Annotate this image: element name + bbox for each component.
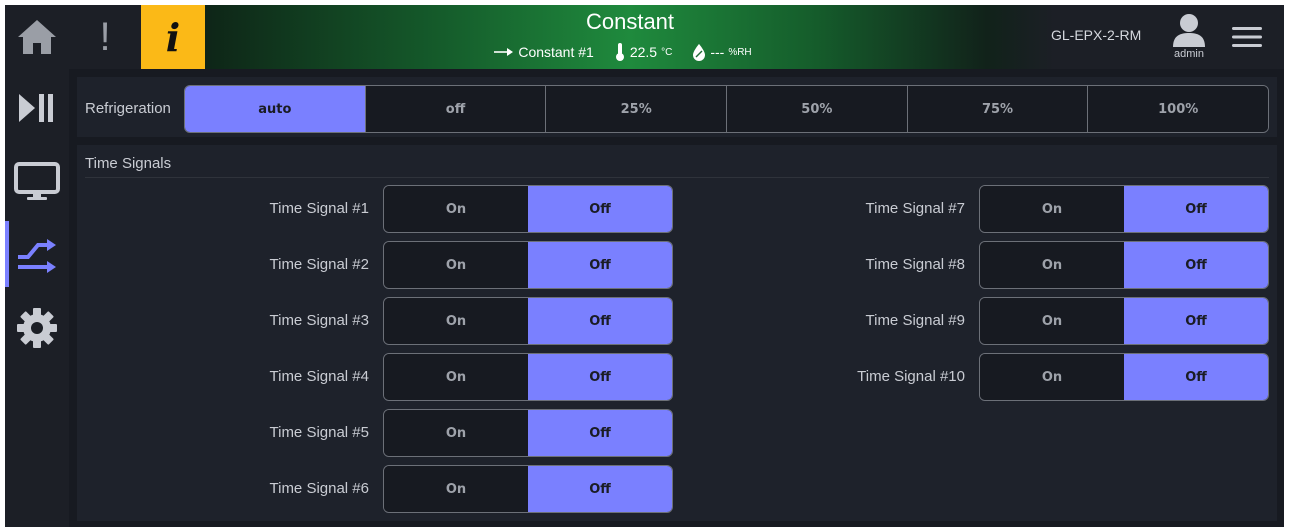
app-window: ! i Constant Constant #1 22.5 °C --- %RH…: [5, 5, 1284, 527]
divider: [85, 177, 1269, 178]
sidebar-item-monitor[interactable]: [5, 149, 69, 215]
sidebar: [5, 69, 69, 527]
time-signal-label: Time Signal #9: [865, 312, 966, 329]
info-button[interactable]: i: [141, 5, 205, 69]
humidity-value: ---: [710, 44, 725, 60]
signals-icon: [18, 239, 56, 273]
time-signal-8-toggle: On Off: [979, 241, 1269, 289]
mode-title: Constant: [585, 9, 675, 34]
exclamation-icon: !: [99, 14, 111, 59]
time-signal-8-on[interactable]: On: [980, 242, 1124, 288]
temperature-value: 22.5: [629, 44, 658, 60]
menu-button[interactable]: [1229, 21, 1265, 53]
refrigeration-option-auto[interactable]: auto: [185, 86, 365, 132]
refrigeration-option-25[interactable]: 25%: [545, 86, 727, 132]
main-content: Refrigeration auto off 25% 50% 75% 100% …: [69, 69, 1284, 527]
time-signals-title: Time Signals: [85, 155, 172, 172]
refrigeration-option-off[interactable]: off: [364, 86, 546, 132]
time-signal-5-toggle: On Off: [383, 409, 673, 457]
alarm-button[interactable]: !: [69, 5, 141, 69]
refrigeration-label: Refrigeration: [85, 100, 171, 117]
time-signal-8-off[interactable]: Off: [1124, 242, 1268, 288]
time-signal-5-off[interactable]: Off: [528, 410, 672, 456]
time-signal-7-on[interactable]: On: [980, 186, 1124, 232]
time-signal-9-off[interactable]: Off: [1124, 298, 1268, 344]
humidity-icon: [693, 44, 706, 61]
time-signal-row: Time Signal #8 On Off: [77, 241, 1269, 289]
temperature-unit: °C: [661, 46, 673, 58]
time-signal-7-toggle: On Off: [979, 185, 1269, 233]
sidebar-item-run[interactable]: [5, 75, 69, 141]
time-signal-label: Time Signal #10: [857, 368, 965, 385]
time-signal-6-off[interactable]: Off: [528, 466, 672, 512]
program-name: Constant #1: [518, 44, 594, 60]
time-signal-label: Time Signal #5: [269, 424, 370, 441]
humidity-unit: %RH: [728, 46, 752, 58]
user-name: admin: [1174, 48, 1204, 60]
status-line: Constant #1 22.5 °C --- %RH: [205, 42, 1055, 62]
settings-icon: [17, 308, 57, 348]
device-name: GL-EPX-2-RM: [1051, 27, 1142, 43]
refrigeration-panel: Refrigeration auto off 25% 50% 75% 100%: [77, 77, 1277, 137]
user-icon: [1173, 14, 1205, 47]
time-signal-9-toggle: On Off: [979, 297, 1269, 345]
sidebar-item-signals[interactable]: [5, 221, 69, 287]
thermometer-icon: [615, 43, 624, 61]
sidebar-item-settings[interactable]: [5, 295, 69, 361]
time-signal-10-on[interactable]: On: [980, 354, 1124, 400]
time-signal-row: Time Signal #5 On Off: [77, 409, 673, 457]
arrow-right-icon: [494, 48, 514, 56]
top-bar: ! i Constant Constant #1 22.5 °C --- %RH…: [5, 5, 1284, 69]
time-signal-row: Time Signal #6 On Off: [77, 465, 673, 513]
time-signal-6-on[interactable]: On: [384, 466, 528, 512]
info-icon: i: [165, 14, 181, 60]
time-signal-label: Time Signal #7: [865, 200, 966, 217]
time-signal-row: Time Signal #10 On Off: [77, 353, 1269, 401]
status-banner: Constant Constant #1 22.5 °C --- %RH: [205, 5, 1055, 69]
time-signal-label: Time Signal #8: [865, 256, 966, 273]
monitor-icon: [14, 162, 60, 200]
time-signal-10-off[interactable]: Off: [1124, 354, 1268, 400]
hamburger-icon: [1232, 27, 1262, 47]
time-signal-6-toggle: On Off: [383, 465, 673, 513]
time-signal-10-toggle: On Off: [979, 353, 1269, 401]
refrigeration-option-50[interactable]: 50%: [726, 86, 907, 132]
time-signal-7-off[interactable]: Off: [1124, 186, 1268, 232]
time-signal-5-on[interactable]: On: [384, 410, 528, 456]
home-button[interactable]: [5, 5, 69, 69]
user-menu[interactable]: admin: [1163, 13, 1215, 67]
refrigeration-option-75[interactable]: 75%: [906, 86, 1088, 132]
refrigeration-option-100[interactable]: 100%: [1087, 86, 1268, 132]
time-signal-9-on[interactable]: On: [980, 298, 1124, 344]
home-icon: [18, 20, 56, 54]
refrigeration-selector: auto off 25% 50% 75% 100%: [184, 85, 1269, 133]
time-signals-panel: Time Signals Time Signal #1 On Off Time …: [77, 145, 1277, 521]
time-signal-row: Time Signal #9 On Off: [77, 297, 1269, 345]
time-signal-row: Time Signal #7 On Off: [77, 185, 1269, 233]
play-pause-icon: [19, 94, 53, 122]
time-signal-label: Time Signal #6: [269, 480, 370, 497]
